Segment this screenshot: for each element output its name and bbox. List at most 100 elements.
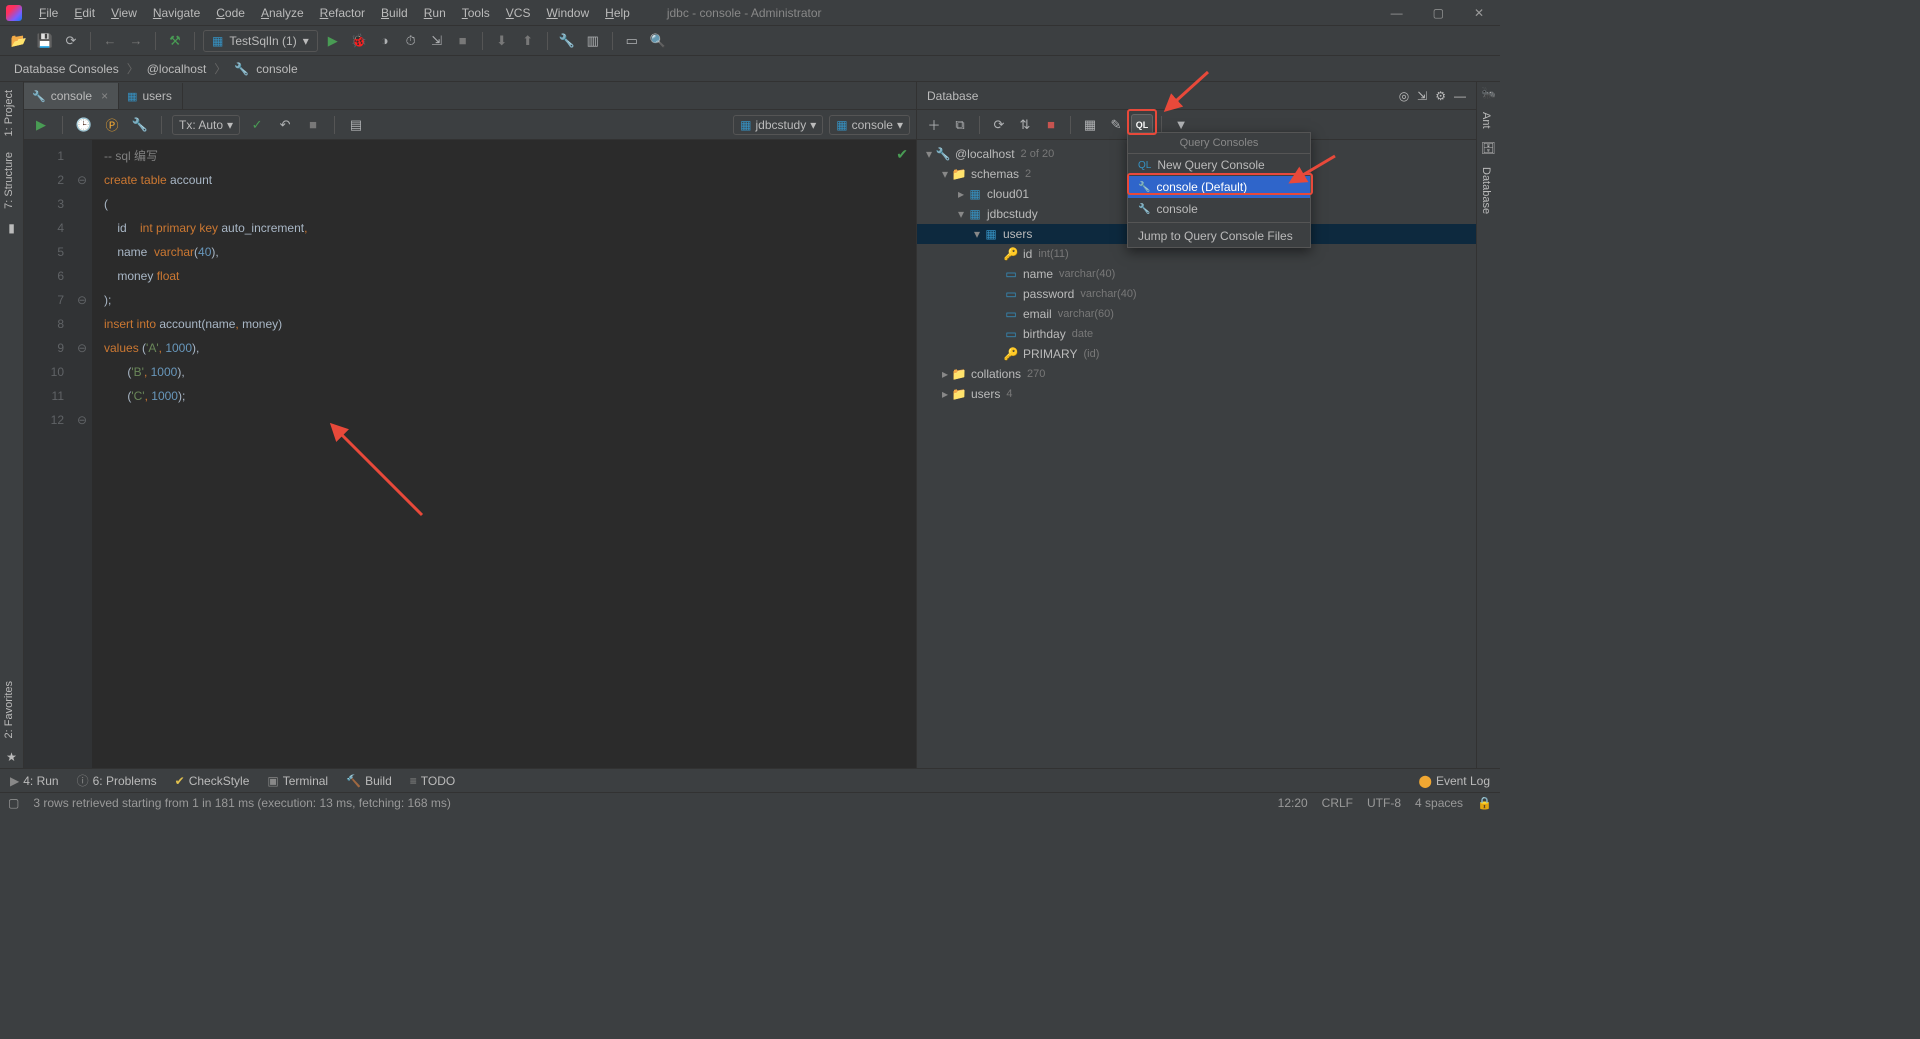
menu-navigate[interactable]: Navigate: [146, 3, 207, 23]
tree-column[interactable]: ▭birthdaydate: [917, 324, 1476, 344]
edit-icon[interactable]: ✎: [1105, 114, 1127, 136]
back-icon[interactable]: ←: [99, 30, 121, 52]
tool-tab-database[interactable]: Database: [1477, 159, 1495, 222]
titlebar: FileEditViewNavigateCodeAnalyzeRefactorB…: [0, 0, 1500, 26]
minimize-icon[interactable]: —: [1391, 6, 1403, 20]
settings-icon[interactable]: 🔧: [129, 114, 151, 136]
view-icon[interactable]: ▤: [345, 114, 367, 136]
refresh-icon[interactable]: ⟳: [988, 114, 1010, 136]
star-icon[interactable]: ★: [0, 746, 23, 768]
profile-icon[interactable]: ⏱: [400, 30, 422, 52]
breadcrumb: Database Consoles 〉 @localhost 〉 🔧consol…: [0, 56, 1500, 82]
popup-item-console-default[interactable]: 🔧console (Default): [1128, 176, 1310, 198]
menu-build[interactable]: Build: [374, 3, 415, 23]
tool-tab-project[interactable]: 1: Project: [0, 82, 18, 144]
cancel-icon[interactable]: ■: [302, 114, 324, 136]
inspection-ok-icon: ✔: [896, 146, 908, 163]
tool-tab-structure[interactable]: 7: Structure: [0, 144, 18, 217]
target-icon[interactable]: ◎: [1399, 89, 1409, 103]
maximize-icon[interactable]: ▢: [1433, 6, 1444, 20]
popup-item-new-console[interactable]: QLNew Query Console: [1128, 154, 1310, 176]
status-eol[interactable]: CRLF: [1322, 796, 1353, 810]
breadcrumb-item[interactable]: @localhost: [143, 60, 211, 78]
save-icon[interactable]: 💾: [34, 30, 56, 52]
event-log-button[interactable]: ⬤Event Log: [1419, 774, 1490, 788]
breadcrumb-item[interactable]: 🔧console: [230, 60, 301, 78]
menu-analyze[interactable]: Analyze: [254, 3, 311, 23]
stop-icon[interactable]: ■: [452, 30, 474, 52]
bottom-tab-run[interactable]: ▶4: Run: [10, 774, 59, 788]
debug-icon[interactable]: 🐞: [348, 30, 370, 52]
menu-vcs[interactable]: VCS: [499, 3, 538, 23]
breadcrumb-item[interactable]: Database Consoles: [10, 60, 123, 78]
status-toggle-icon[interactable]: ▢: [8, 796, 19, 810]
bottom-tab-build[interactable]: 🔨Build: [346, 774, 392, 788]
status-lock-icon[interactable]: 🔒: [1477, 796, 1492, 810]
build-icon[interactable]: ⚒: [164, 30, 186, 52]
rollback-icon[interactable]: ↶: [274, 114, 296, 136]
menu-tools[interactable]: Tools: [455, 3, 497, 23]
forward-icon[interactable]: →: [125, 30, 147, 52]
wrench-icon[interactable]: 🔧: [556, 30, 578, 52]
console-selector[interactable]: ▦console▾: [829, 115, 910, 135]
vcs-commit-icon[interactable]: ⬆: [517, 30, 539, 52]
close-tab-icon[interactable]: ×: [101, 89, 108, 103]
editor-tab-console[interactable]: 🔧console×: [24, 83, 119, 109]
open-icon[interactable]: 📂: [8, 30, 30, 52]
bookmarks-icon[interactable]: ▮: [0, 217, 23, 239]
vcs-update-icon[interactable]: ⬇: [491, 30, 513, 52]
database-icon[interactable]: 🗄: [1477, 137, 1500, 159]
run-icon[interactable]: ▶: [322, 30, 344, 52]
table-icon[interactable]: ▦: [1079, 114, 1101, 136]
explain-icon[interactable]: 🕒: [73, 114, 95, 136]
coverage-icon[interactable]: ◑: [374, 30, 396, 52]
duplicate-icon[interactable]: ⧉: [949, 114, 971, 136]
menu-window[interactable]: Window: [539, 3, 596, 23]
hide-icon[interactable]: —: [1454, 89, 1466, 103]
run-config-selector[interactable]: ▦ TestSqlIn (1) ▾: [203, 30, 318, 52]
tree-column[interactable]: ▭namevarchar(40): [917, 264, 1476, 284]
tree-collations[interactable]: ▸📁collations270: [917, 364, 1476, 384]
explain-plan-icon[interactable]: Ⓟ: [101, 114, 123, 136]
attach-icon[interactable]: ⇲: [426, 30, 448, 52]
main-menu: FileEditViewNavigateCodeAnalyzeRefactorB…: [32, 3, 637, 23]
menu-run[interactable]: Run: [417, 3, 453, 23]
popup-item-console[interactable]: 🔧console: [1128, 198, 1310, 220]
structure-icon[interactable]: ▥: [582, 30, 604, 52]
execute-icon[interactable]: ▶: [30, 114, 52, 136]
bottom-tab-checkstyle[interactable]: ✔CheckStyle: [175, 774, 250, 788]
sync-db-icon[interactable]: ⇅: [1014, 114, 1036, 136]
tool-tab-ant[interactable]: Ant: [1477, 104, 1495, 137]
menu-edit[interactable]: Edit: [67, 3, 102, 23]
device-icon[interactable]: ▭: [621, 30, 643, 52]
menu-code[interactable]: Code: [209, 3, 252, 23]
popup-jump-to-files[interactable]: Jump to Query Console Files: [1128, 225, 1310, 247]
commit-icon[interactable]: ✓: [246, 114, 268, 136]
menu-help[interactable]: Help: [598, 3, 637, 23]
tree-column[interactable]: ▭passwordvarchar(40): [917, 284, 1476, 304]
code-editor[interactable]: 123456789101112 ⊖ ⊖ ⊖ ⊖ -- sql 编写create …: [24, 140, 916, 768]
bottom-tab-terminal[interactable]: ▣Terminal: [267, 774, 328, 788]
status-encoding[interactable]: UTF-8: [1367, 796, 1401, 810]
gear-icon[interactable]: ⚙: [1435, 89, 1446, 103]
schema-selector[interactable]: ▦jdbcstudy▾: [733, 115, 823, 135]
close-icon[interactable]: ✕: [1474, 6, 1484, 20]
bottom-tab-problems[interactable]: ⓘ6: Problems: [77, 772, 157, 789]
bottom-tab-todo[interactable]: ≡TODO: [410, 774, 455, 788]
tx-mode-selector[interactable]: Tx: Auto▾: [172, 115, 240, 135]
sync-icon[interactable]: ⟳: [60, 30, 82, 52]
collapse-icon[interactable]: ⇲: [1417, 89, 1427, 103]
tool-tab-favorites[interactable]: 2: Favorites: [0, 673, 18, 746]
tree-users-folder[interactable]: ▸📁users4: [917, 384, 1476, 404]
menu-view[interactable]: View: [104, 3, 144, 23]
ant-icon[interactable]: 🐜: [1477, 82, 1500, 104]
search-icon[interactable]: 🔍: [647, 30, 669, 52]
menu-refactor[interactable]: Refactor: [313, 3, 372, 23]
status-indent[interactable]: 4 spaces: [1415, 796, 1463, 810]
menu-file[interactable]: File: [32, 3, 65, 23]
stop-db-icon[interactable]: ■: [1040, 114, 1062, 136]
add-icon[interactable]: ＋: [923, 114, 945, 136]
editor-tab-users[interactable]: ▦users: [119, 83, 183, 109]
tree-primary-key[interactable]: 🔑PRIMARY(id): [917, 344, 1476, 364]
tree-column[interactable]: ▭emailvarchar(60): [917, 304, 1476, 324]
